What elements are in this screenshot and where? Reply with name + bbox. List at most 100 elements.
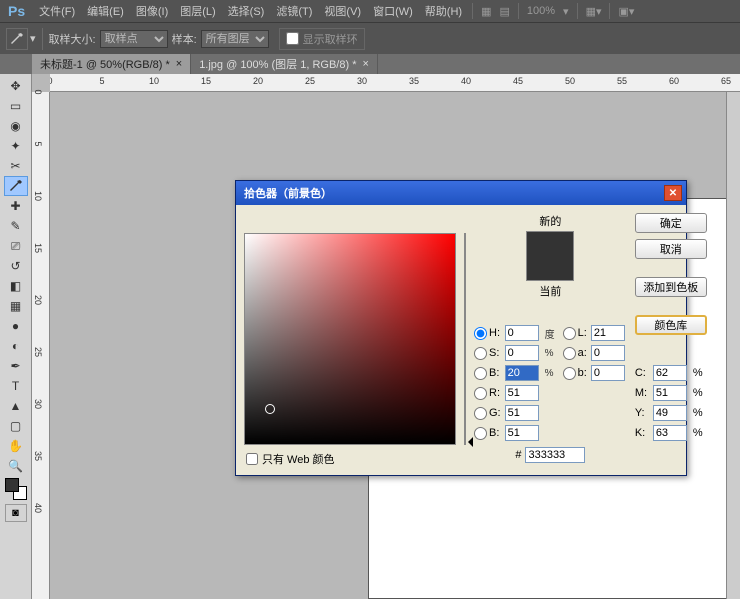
new-label: 新的 [539,213,561,229]
magic-wand-tool[interactable]: ✦ [4,136,28,156]
move-tool[interactable]: ✥ [4,76,28,96]
document-tabs: 未标题-1 @ 50%(RGB/8) *× 1.jpg @ 100% (图层 1… [0,54,740,74]
s-radio[interactable]: S: [474,347,501,360]
b-radio[interactable]: B: [474,367,501,380]
app-logo: Ps [8,3,25,19]
shape-tool[interactable]: ▢ [4,416,28,436]
color-picker-dialog: 拾色器（前景色） ✕ 只有 Web 颜色 新的 当前 H:度 L: S:% a: [235,180,687,476]
color-marker[interactable] [265,404,275,414]
eyedropper-tool-icon[interactable] [6,28,28,50]
zoom-tool[interactable]: 🔍 [4,456,28,476]
healing-brush-tool[interactable]: ✚ [4,196,28,216]
toolbox: ✥ ▭ ◉ ✦ ✂ ✚ ✎ ⎚ ↺ ◧ ▦ ● ◐ ✒ T ▲ ▢ ✋ 🔍 ◙ [0,74,32,599]
hue-indicator[interactable] [463,437,473,447]
c-input[interactable] [653,365,687,381]
menu-image[interactable]: 图像(I) [130,3,174,19]
b-input[interactable] [505,365,539,381]
hex-label: # [515,449,521,461]
menu-layer[interactable]: 图层(L) [174,3,221,19]
h-input[interactable] [505,325,539,341]
foreground-color[interactable] [5,478,19,492]
add-to-swatches-button[interactable]: 添加到色板 [635,277,707,297]
lab-b-radio[interactable]: b: [563,367,587,380]
web-only-checkbox[interactable] [246,453,258,465]
eraser-tool[interactable]: ◧ [4,276,28,296]
r-input[interactable] [505,385,539,401]
dialog-title: 拾色器（前景色） [240,185,664,201]
sample-layers-select[interactable]: 所有图层 [201,30,269,48]
brush-tool[interactable]: ✎ [4,216,28,236]
dialog-buttons: 确定 取消 添加到色板 颜色库 C:% M:% Y:% K:% [635,213,707,467]
launch-minibridge-icon[interactable]: ▤ [495,5,513,18]
g-input[interactable] [505,405,539,421]
tab-1jpg[interactable]: 1.jpg @ 100% (图层 1, RGB/8) *× [191,54,378,74]
lasso-tool[interactable]: ◉ [4,116,28,136]
current-color-swatch[interactable] [527,256,573,280]
pen-tool[interactable]: ✒ [4,356,28,376]
crop-tool[interactable]: ✂ [4,156,28,176]
web-only-checkbox-row[interactable]: 只有 Web 颜色 [246,451,456,467]
tool-preset-dropdown-icon[interactable]: ▾ [30,32,36,45]
menu-help[interactable]: 帮助(H) [419,3,468,19]
ok-button[interactable]: 确定 [635,213,707,233]
zoom-dropdown-icon[interactable]: ▾ [559,5,573,18]
quick-mask-icon[interactable]: ◙ [5,504,27,522]
g-radio[interactable]: G: [474,407,501,420]
menu-edit[interactable]: 编辑(E) [81,3,130,19]
cmyk-fields: C:% M:% Y:% K:% [635,365,707,441]
s-input[interactable] [505,345,539,361]
clone-stamp-tool[interactable]: ⎚ [4,236,28,256]
zoom-level[interactable]: 100% [523,5,559,17]
tab-untitled-1[interactable]: 未标题-1 @ 50%(RGB/8) *× [32,54,191,74]
new-color-swatch[interactable] [527,232,573,256]
ruler-horizontal: 05101520253035404550556065 [50,74,740,92]
close-icon[interactable]: × [176,58,182,70]
l-radio[interactable]: L: [563,327,587,340]
type-tool[interactable]: T [4,376,28,396]
r-radio[interactable]: R: [474,387,501,400]
lab-b-input[interactable] [591,365,625,381]
menubar: Ps 文件(F) 编辑(E) 图像(I) 图层(L) 选择(S) 滤镜(T) 视… [0,0,740,22]
dodge-tool[interactable]: ◐ [4,336,28,356]
gradient-tool[interactable]: ▦ [4,296,28,316]
dialog-titlebar[interactable]: 拾色器（前景色） ✕ [236,181,686,205]
close-icon[interactable]: × [362,58,368,70]
blur-tool[interactable]: ● [4,316,28,336]
screen-mode-icon[interactable]: ▣▾ [614,5,638,18]
launch-bridge-icon[interactable]: ▦ [477,5,495,18]
h-radio[interactable]: H: [474,327,501,340]
m-input[interactable] [653,385,687,401]
rgb-b-input[interactable] [505,425,539,441]
show-sampling-ring[interactable]: 显示取样环 [279,28,365,50]
rgb-b-radio[interactable]: B: [474,427,501,440]
color-swatches[interactable] [5,478,27,500]
eyedropper-tool[interactable] [4,176,28,196]
swatch-column: 新的 当前 H:度 L: S:% a: B:% b: R: G: B: [474,213,627,467]
menu-select[interactable]: 选择(S) [222,3,271,19]
l-input[interactable] [591,325,625,341]
path-selection-tool[interactable]: ▲ [4,396,28,416]
menu-filter[interactable]: 滤镜(T) [270,3,318,19]
a-input[interactable] [591,345,625,361]
options-bar: ▾ 取样大小: 取样点 样本: 所有图层 显示取样环 [0,22,740,54]
marquee-tool[interactable]: ▭ [4,96,28,116]
current-label: 当前 [539,283,561,299]
sample-size-select[interactable]: 取样点 [100,30,168,48]
a-radio[interactable]: a: [563,347,587,360]
hex-input[interactable] [525,447,585,463]
show-ring-checkbox[interactable] [286,32,299,45]
hand-tool[interactable]: ✋ [4,436,28,456]
color-field[interactable] [244,233,456,445]
view-extras-icon[interactable]: ▦▾ [582,5,606,18]
menu-window[interactable]: 窗口(W) [367,3,419,19]
color-libraries-button[interactable]: 颜色库 [635,315,707,335]
cancel-button[interactable]: 取消 [635,239,707,259]
scrollbar-vertical[interactable] [726,92,740,599]
k-input[interactable] [653,425,687,441]
menu-view[interactable]: 视图(V) [318,3,367,19]
history-brush-tool[interactable]: ↺ [4,256,28,276]
y-input[interactable] [653,405,687,421]
menu-file[interactable]: 文件(F) [33,3,81,19]
close-button[interactable]: ✕ [664,185,682,201]
hue-slider[interactable] [464,233,466,445]
